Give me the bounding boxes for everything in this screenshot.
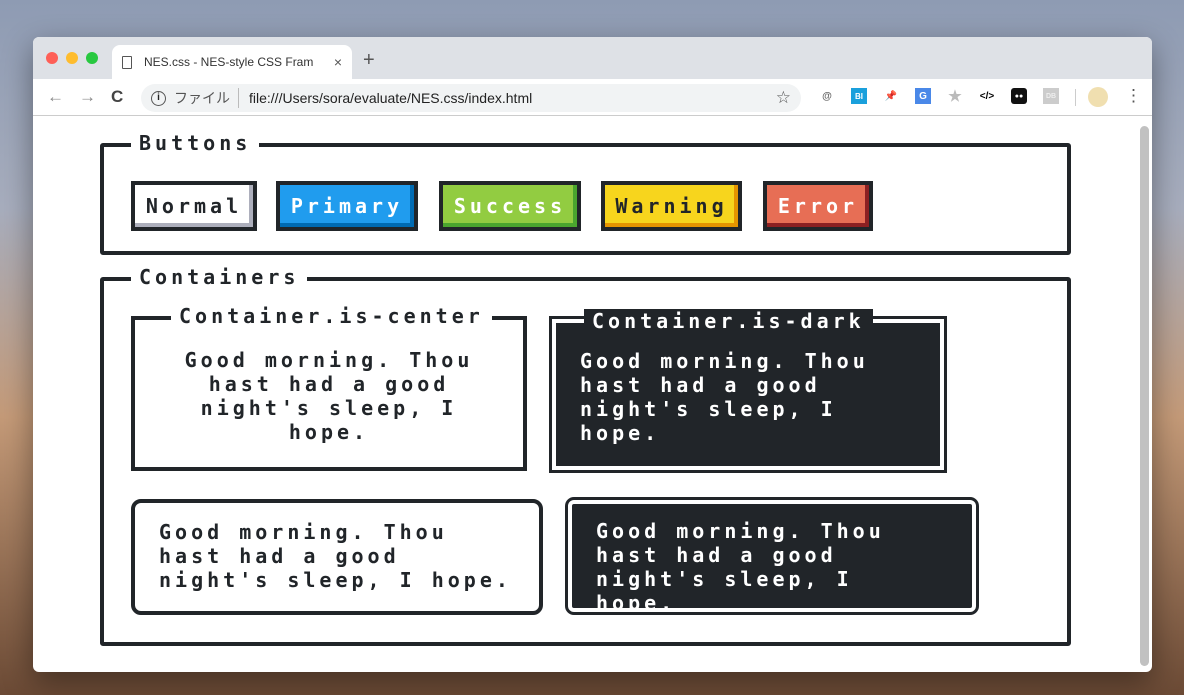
- extension-translate-icon[interactable]: G: [915, 88, 931, 104]
- containers-section: Containers Container.is-center Good morn…: [100, 265, 1071, 646]
- url-scheme-label: ファイル: [174, 88, 239, 108]
- extension-bi-icon[interactable]: BI: [851, 88, 867, 104]
- section-title: Buttons: [131, 131, 260, 155]
- container-center: Container.is-center Good morning. Thou h…: [131, 304, 527, 471]
- section-title: Containers: [131, 265, 308, 289]
- error-button[interactable]: Error: [763, 181, 873, 231]
- container-title: Container.is-center: [171, 304, 492, 328]
- container-text: Good morning. Thou hast had a good night…: [159, 520, 512, 592]
- toolbar: ← → C i ファイル file:///Users/sora/evaluate…: [33, 79, 1152, 116]
- info-icon[interactable]: i: [151, 90, 166, 106]
- container-rounded-dark: Good morning. Thou hast had a good night…: [565, 497, 979, 615]
- browser-window: NES.css - NES-style CSS Fram × + ← → C i…: [33, 37, 1152, 672]
- extension-pin-icon[interactable]: 📌: [883, 88, 899, 104]
- primary-button[interactable]: Primary: [276, 181, 418, 231]
- document-icon: [122, 55, 132, 69]
- close-tab-icon[interactable]: ×: [334, 54, 342, 70]
- buttons-section: Buttons Normal Primary Success Warning E…: [100, 131, 1071, 255]
- extension-code-icon[interactable]: </>: [979, 88, 995, 104]
- page-content: Buttons Normal Primary Success Warning E…: [33, 116, 1152, 672]
- container-rounded: Good morning. Thou hast had a good night…: [131, 499, 543, 615]
- profile-avatar[interactable]: [1088, 87, 1108, 107]
- tab-bar: NES.css - NES-style CSS Fram × +: [33, 37, 1152, 79]
- close-window-button[interactable]: [46, 52, 58, 64]
- new-tab-button[interactable]: +: [363, 49, 375, 72]
- extension-star-icon[interactable]: ★: [947, 88, 963, 105]
- tab-title: NES.css - NES-style CSS Fram: [144, 55, 314, 69]
- back-button[interactable]: ←: [47, 87, 64, 107]
- container-dark: Container.is-dark Good morning. Thou has…: [549, 309, 947, 473]
- scrollbar[interactable]: [1140, 126, 1149, 666]
- success-button[interactable]: Success: [439, 181, 581, 231]
- address-bar[interactable]: i ファイル file:///Users/sora/evaluate/NES.c…: [141, 84, 801, 112]
- reload-button[interactable]: C: [111, 87, 123, 107]
- maximize-window-button[interactable]: [86, 52, 98, 64]
- minimize-window-button[interactable]: [66, 52, 78, 64]
- extension-mail-icon[interactable]: @: [819, 88, 835, 104]
- container-text: Good morning. Thou hast had a good night…: [580, 349, 869, 445]
- bookmark-star-icon[interactable]: ☆: [776, 88, 791, 108]
- container-text: Good morning. Thou hast had a good night…: [184, 348, 474, 444]
- browser-tab[interactable]: NES.css - NES-style CSS Fram ×: [112, 45, 352, 79]
- warning-button[interactable]: Warning: [601, 181, 742, 231]
- forward-button[interactable]: →: [79, 87, 96, 107]
- container-title: Container.is-dark: [584, 309, 873, 333]
- menu-icon[interactable]: ⋮: [1125, 86, 1142, 106]
- container-text: Good morning. Thou hast had a good night…: [596, 519, 885, 615]
- url-text[interactable]: file:///Users/sora/evaluate/NES.css/inde…: [249, 90, 532, 106]
- toolbar-divider: [1075, 89, 1076, 106]
- extension-glasses-icon[interactable]: ●●: [1011, 88, 1027, 104]
- normal-button[interactable]: Normal: [131, 181, 257, 231]
- extension-db-icon[interactable]: DB: [1043, 88, 1059, 104]
